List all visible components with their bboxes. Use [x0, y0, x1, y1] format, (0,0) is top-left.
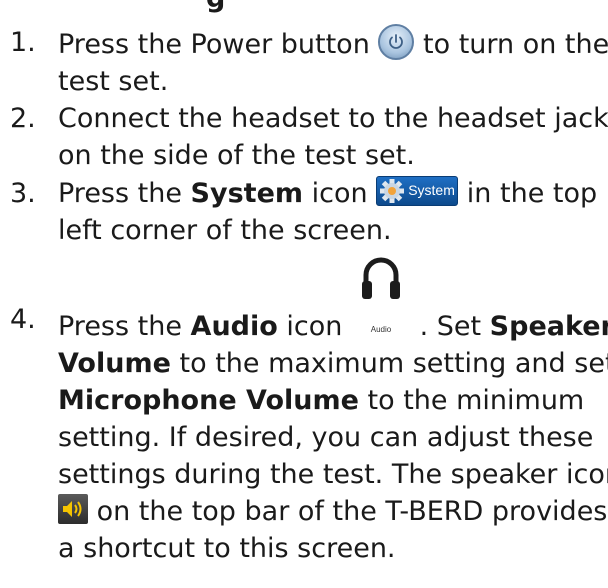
volume-term: Volume — [58, 348, 171, 379]
step-text-segment: to turn on the — [423, 29, 608, 60]
step-text-segment: Press the — [58, 311, 182, 342]
step-number: 1. — [10, 27, 36, 58]
step-text-segment: to the maximum setting and set — [179, 348, 608, 379]
step-line: Connect the headset to the headset jack — [58, 103, 608, 134]
step-line: on the top bar of the T-BERD provides — [58, 493, 607, 530]
step-text-segment: in the top — [466, 178, 598, 209]
step-line: Microphone Volume to the minimum — [58, 382, 598, 419]
step-line: Press the Power button to turn on the — [58, 24, 608, 63]
step-line: test set. — [58, 66, 169, 97]
step-line: Press the Audio icon Audio . Set Speaker — [58, 257, 608, 345]
speaker-term: Speaker — [489, 311, 608, 342]
power-icon — [378, 24, 415, 60]
step-text-segment: icon — [286, 311, 343, 342]
step-line: left corner of the screen. — [58, 215, 392, 246]
system-term: System — [190, 178, 304, 209]
step-text-segment: Press the Power button — [58, 29, 370, 60]
audio-icon-label: Audio — [370, 325, 392, 334]
step-number: 2. — [10, 103, 36, 134]
step-line: a shortcut to this screen. — [58, 533, 396, 564]
audio-term: Audio — [190, 311, 278, 342]
step-text-segment: to the minimum — [367, 385, 585, 416]
headphones-icon — [361, 257, 400, 299]
step-line: Volume to the maximum setting and set — [58, 345, 608, 382]
step-line: Press the System icon System in the top — [58, 175, 598, 212]
step-number: 3. — [10, 178, 36, 209]
step-line: settings during the test. The speaker ic… — [58, 459, 608, 490]
step-text-segment: icon — [311, 178, 368, 209]
step-text-segment: on the top bar of the T-BERD provides — [96, 496, 608, 527]
step-line: on the side of the test set. — [58, 140, 415, 171]
step-line: setting. If desired, you can adjust thes… — [58, 422, 594, 453]
step-text-segment: Press the — [58, 178, 182, 209]
audio-button-icon: Audio — [351, 257, 411, 337]
step-text: Press the Audio icon Audio . Set Speaker… — [58, 257, 608, 567]
step-number: 4. — [10, 304, 36, 335]
microphone-volume-term: Microphone Volume — [58, 385, 359, 416]
step-text-segment: . Set — [419, 311, 482, 342]
system-icon-label: System — [408, 182, 455, 198]
step-text: Press the Power button to turn on the te… — [58, 24, 608, 100]
system-button-icon: System — [376, 176, 459, 206]
cut-off-heading-fragment: g — [206, 0, 225, 14]
step-text: Connect the headset to the headset jack … — [58, 100, 608, 174]
step-text: Press the System icon System in the top … — [58, 175, 598, 249]
gear-icon — [380, 179, 405, 203]
speaker-icon — [58, 494, 88, 524]
